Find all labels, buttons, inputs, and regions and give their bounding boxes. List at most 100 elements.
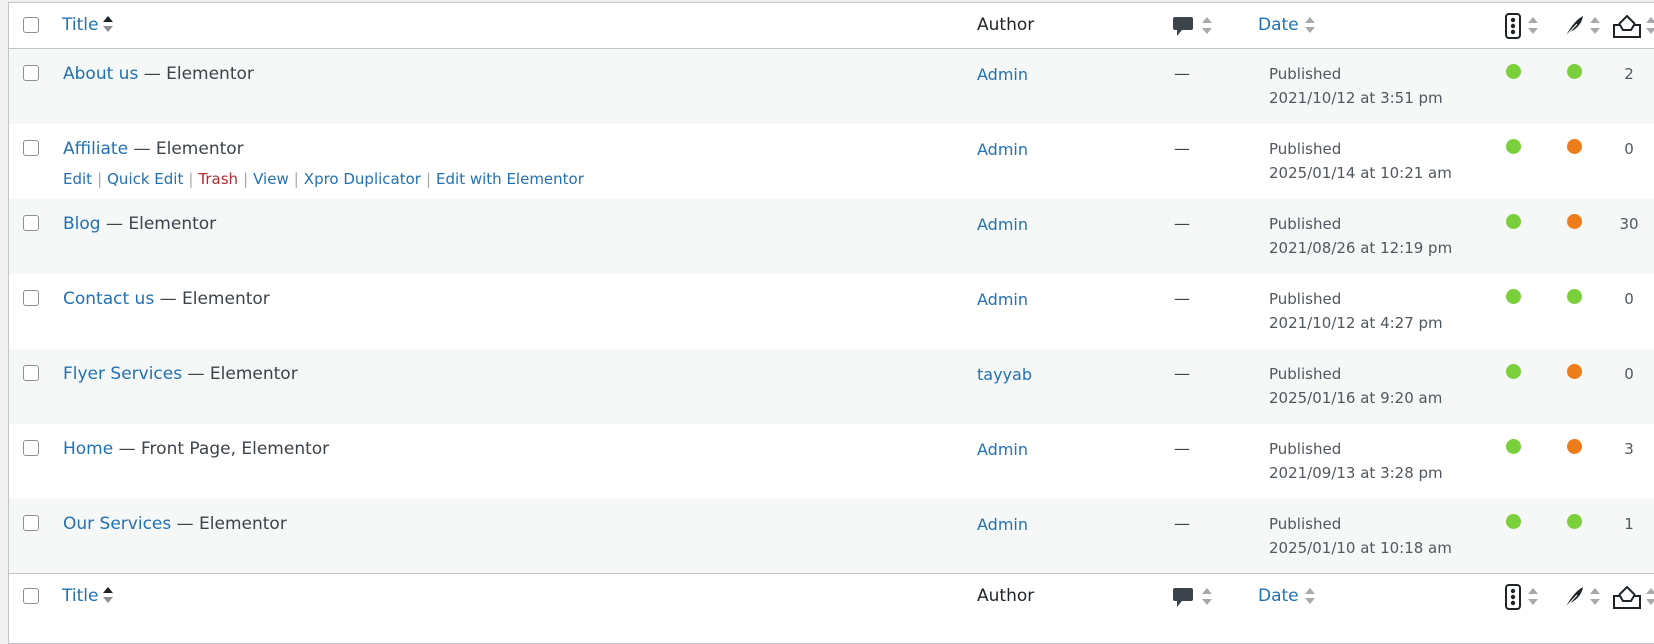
sort-arrows-icon[interactable] [1303, 15, 1317, 35]
row-actions: Edit | Quick Edit | Trash | View | Xpro Duplicat… [63, 170, 584, 188]
post-status: Published [1269, 515, 1342, 533]
post-status: Published [1269, 440, 1342, 458]
row-title: Our Services — Elementor [63, 514, 287, 534]
traffic-light-icon[interactable] [1500, 13, 1546, 39]
table-row: Affiliate — Elementor Edit | Quick Edit | Tr… [9, 124, 1654, 199]
readability-score-dot [1567, 214, 1582, 229]
post-status: Published [1269, 290, 1342, 308]
post-date: 2025/01/10 at 10:18 am [1269, 539, 1452, 557]
author-link[interactable]: Admin [977, 65, 1028, 84]
table-row: Flyer Services — Elementor tayyab — Publ… [9, 349, 1654, 424]
date-column-header[interactable]: Date [1258, 15, 1299, 35]
row-checkbox[interactable] [23, 215, 39, 231]
readability-score-dot [1567, 514, 1582, 529]
table-row: Blog — Elementor Admin — Published 2021/… [9, 199, 1654, 274]
post-title-link[interactable]: Flyer Services [63, 364, 182, 384]
author-link[interactable]: Admin [977, 215, 1028, 234]
readability-score-dot [1567, 289, 1582, 304]
post-date: 2025/01/16 at 9:20 am [1269, 389, 1443, 407]
view-link[interactable]: View [253, 170, 289, 188]
post-title-link[interactable]: Our Services [63, 514, 171, 534]
action-separator: | [243, 170, 249, 188]
post-status: Published [1269, 140, 1342, 158]
table-row: Home — Front Page, Elementor Admin — Pub… [9, 424, 1654, 499]
edit-with-elementor-link[interactable]: Edit with Elementor [436, 170, 584, 188]
link-count: 0 [1624, 290, 1634, 308]
author-link[interactable]: tayyab [977, 365, 1032, 384]
link-count: 0 [1624, 140, 1634, 158]
seo-score-dot [1506, 139, 1521, 154]
seo-score-dot [1506, 439, 1521, 454]
comment-bubble-icon[interactable] [1172, 586, 1232, 610]
post-title-link[interactable]: About us [63, 64, 138, 84]
row-checkbox[interactable] [23, 365, 39, 381]
title-column-header[interactable]: Title [62, 15, 98, 35]
author-link[interactable]: Admin [977, 140, 1028, 159]
inbox-links-icon[interactable] [1612, 584, 1654, 610]
seo-score-dot [1506, 289, 1521, 304]
readability-score-dot [1567, 364, 1582, 379]
row-title: Blog — Elementor [63, 214, 216, 234]
seo-score-dot [1506, 64, 1521, 79]
post-state: — Elementor [154, 289, 270, 309]
sort-arrows-icon[interactable] [1303, 586, 1317, 606]
link-count: 3 [1624, 440, 1634, 458]
row-checkbox[interactable] [23, 290, 39, 306]
row-checkbox[interactable] [23, 140, 39, 156]
post-title-link[interactable]: Blog [63, 214, 101, 234]
post-title-link[interactable]: Home [63, 439, 113, 459]
edit-link[interactable]: Edit [63, 170, 92, 188]
sort-indicator-icon[interactable] [101, 586, 115, 606]
inbox-links-icon[interactable] [1612, 13, 1654, 39]
row-checkbox[interactable] [23, 440, 39, 456]
comment-bubble-icon[interactable] [1172, 15, 1232, 39]
quick-edit-link[interactable]: Quick Edit [107, 170, 183, 188]
post-date: 2021/09/13 at 3:28 pm [1269, 464, 1443, 482]
action-separator: | [188, 170, 194, 188]
link-count: 30 [1619, 215, 1639, 233]
row-checkbox[interactable] [23, 65, 39, 81]
post-state: — Front Page, Elementor [113, 439, 330, 459]
author-link[interactable]: Admin [977, 440, 1028, 459]
title-column-header[interactable]: Title [62, 586, 98, 606]
readability-score-dot [1567, 64, 1582, 79]
select-all-checkbox[interactable] [23, 588, 39, 604]
author-link[interactable]: Admin [977, 290, 1028, 309]
feather-icon[interactable] [1562, 584, 1608, 610]
table-row: About us — Elementor Admin — Published 2… [9, 49, 1654, 124]
table-row: Contact us — Elementor Admin — Published… [9, 274, 1654, 349]
post-title-link[interactable]: Affiliate [63, 139, 128, 159]
post-state: — Elementor [138, 64, 254, 84]
author-column-header: Author [977, 586, 1035, 606]
feather-icon[interactable] [1562, 13, 1608, 39]
row-title: About us — Elementor [63, 64, 254, 84]
duplicate-link[interactable]: Xpro Duplicator [304, 170, 421, 188]
table-row: Our Services — Elementor Admin — Publish… [9, 499, 1654, 574]
post-status: Published [1269, 65, 1342, 83]
seo-score-dot [1506, 364, 1521, 379]
row-title: Flyer Services — Elementor [63, 364, 298, 384]
link-count: 2 [1624, 65, 1634, 83]
post-date: 2021/10/12 at 3:51 pm [1269, 89, 1443, 107]
post-state: — Elementor [171, 514, 287, 534]
readability-score-dot [1567, 439, 1582, 454]
comment-count: — [1174, 64, 1190, 83]
post-status: Published [1269, 365, 1342, 383]
post-date: 2021/10/12 at 4:27 pm [1269, 314, 1443, 332]
author-link[interactable]: Admin [977, 515, 1028, 534]
comment-count: — [1174, 439, 1190, 458]
comment-count: — [1174, 139, 1190, 158]
post-state: — Elementor [182, 364, 298, 384]
link-count: 1 [1624, 515, 1634, 533]
sort-indicator-icon[interactable] [101, 15, 115, 35]
post-date: 2025/01/14 at 10:21 am [1269, 164, 1452, 182]
seo-score-dot [1506, 514, 1521, 529]
row-checkbox[interactable] [23, 515, 39, 531]
trash-link[interactable]: Trash [198, 170, 238, 188]
row-title: Contact us — Elementor [63, 289, 270, 309]
traffic-light-icon[interactable] [1500, 584, 1546, 610]
post-state: — Elementor [100, 214, 217, 234]
date-column-header[interactable]: Date [1258, 586, 1299, 606]
select-all-checkbox[interactable] [23, 17, 39, 33]
post-title-link[interactable]: Contact us [63, 289, 154, 309]
